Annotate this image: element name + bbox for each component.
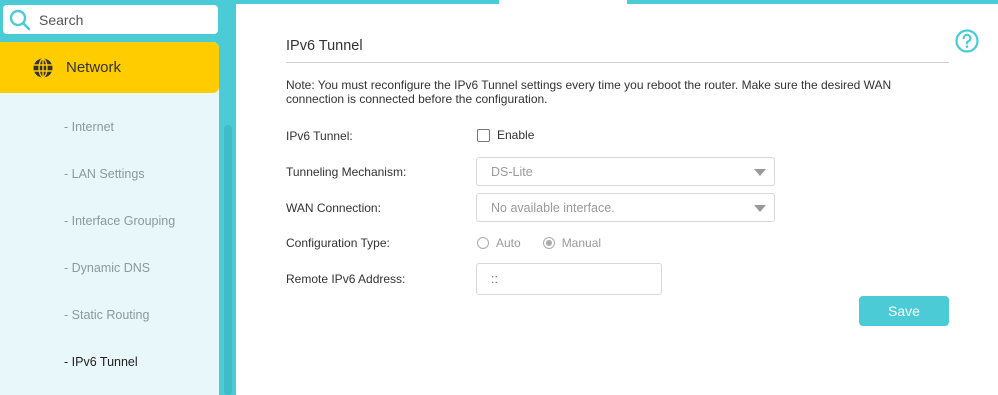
sidebar-item-dynamic-dns[interactable]: - Dynamic DNS (0, 245, 219, 292)
tunneling-mechanism-select[interactable]: DS-Lite (476, 157, 775, 186)
sidebar: Network - Internet - LAN Settings - Inte… (0, 0, 236, 395)
chevron-down-icon (754, 205, 766, 212)
search-box[interactable] (3, 5, 218, 34)
sidebar-item-internet[interactable]: - Internet (0, 104, 219, 151)
tunneling-mechanism-label: Tunneling Mechanism: (286, 165, 407, 179)
enable-checkbox[interactable] (477, 128, 490, 142)
page-title: IPv6 Tunnel (286, 38, 363, 54)
sidebar-item-ipv6-tunnel[interactable]: - IPv6 Tunnel (0, 339, 219, 386)
sidebar-section-label: Network (66, 59, 122, 76)
wan-connection-label: WAN Connection: (286, 201, 381, 215)
tab-notch (499, 0, 627, 4)
tunneling-mechanism-value: DS-Lite (491, 164, 533, 179)
radio-auto[interactable] (477, 237, 489, 249)
sidebar-section-network[interactable]: Network (0, 42, 219, 93)
help-icon[interactable] (955, 29, 979, 53)
menu-panel: Network - Internet - LAN Settings - Inte… (0, 42, 219, 395)
save-button[interactable]: Save (859, 296, 949, 326)
wan-connection-select[interactable]: No available interface. (476, 193, 775, 222)
note-text: Note: You must reconfigure the IPv6 Tunn… (286, 78, 892, 106)
radio-manual-label: Manual (561, 236, 602, 250)
radio-option-auto[interactable]: Auto (477, 236, 521, 250)
search-input[interactable] (39, 11, 209, 28)
radio-auto-label: Auto (496, 236, 521, 250)
radio-option-manual[interactable]: Manual (542, 236, 602, 250)
remote-ipv6-address-label: Remote IPv6 Address: (286, 272, 406, 286)
chevron-down-icon (754, 169, 766, 176)
enable-label: Enable (497, 128, 535, 142)
sidebar-item-static-routing[interactable]: - Static Routing (0, 292, 219, 339)
ipv6-tunnel-label: IPv6 Tunnel: (286, 129, 353, 143)
submenu: - Internet - LAN Settings - Interface Gr… (0, 104, 219, 386)
top-border (236, 0, 499, 4)
sidebar-scrollbar[interactable] (224, 125, 232, 395)
search-icon[interactable] (7, 7, 33, 33)
wan-connection-value: No available interface. (491, 200, 615, 215)
sidebar-item-lan-settings[interactable]: - LAN Settings (0, 151, 219, 198)
enable-checkbox-wrap[interactable]: Enable (477, 128, 534, 142)
sidebar-item-interface-grouping[interactable]: - Interface Grouping (0, 198, 219, 245)
configuration-type-label: Configuration Type: (286, 236, 390, 250)
globe-icon (32, 57, 54, 79)
configuration-type-radio-group: Auto Manual (477, 236, 623, 250)
main-panel: IPv6 Tunnel Note: You must reconfigure t… (236, 0, 998, 395)
radio-manual[interactable] (542, 237, 555, 249)
remote-ipv6-address-input[interactable] (476, 263, 662, 295)
top-border (627, 0, 998, 4)
title-divider (286, 62, 949, 63)
